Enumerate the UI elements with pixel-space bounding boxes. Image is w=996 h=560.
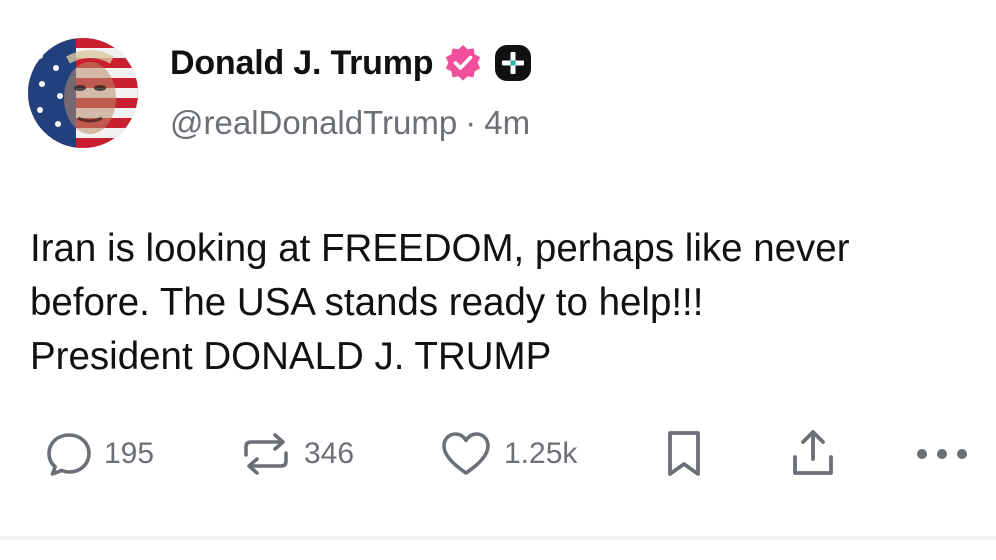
reply-count: 195 xyxy=(104,437,155,470)
speech-bubble-icon xyxy=(47,433,91,476)
bookmark-icon xyxy=(668,431,700,476)
more-options-button[interactable] xyxy=(912,424,972,484)
share-button[interactable] xyxy=(788,424,838,484)
post-text-line: Iran is looking at FREEDOM, perhaps like… xyxy=(30,227,850,270)
post-text-line: President DONALD J. TRUMP xyxy=(30,335,552,378)
author-name-row: Donald J. Trump xyxy=(170,40,533,86)
more-dots-icon xyxy=(917,449,967,459)
reply-button[interactable]: 195 xyxy=(44,424,154,484)
heart-icon xyxy=(442,432,490,475)
author-meta-row: @realDonaldTrump · 4m xyxy=(170,104,530,142)
author-display-name[interactable]: Donald J. Trump xyxy=(170,44,434,83)
post-body: Iran is looking at FREEDOM, perhaps like… xyxy=(30,222,970,384)
repost-count: 346 xyxy=(304,437,355,470)
post-card: Donald J. Trump @realDonaldTrump · 4m Iran… xyxy=(0,0,996,538)
avatar-flag-portrait-image xyxy=(28,38,138,148)
bookmark-button[interactable] xyxy=(662,424,706,484)
verified-badge-icon xyxy=(443,43,483,83)
like-count: 1.25k xyxy=(504,437,578,470)
author-handle[interactable]: @realDonaldTrump xyxy=(170,104,457,141)
like-button[interactable]: 1.25k xyxy=(438,424,577,484)
post-timestamp[interactable]: 4m xyxy=(484,104,530,141)
plus-badge-icon xyxy=(493,43,533,83)
avatar[interactable] xyxy=(28,38,138,148)
action-bar: 195 346 1.25k xyxy=(0,424,996,484)
repost-button[interactable]: 346 xyxy=(238,424,354,484)
time-separator: · xyxy=(465,104,477,141)
post-divider xyxy=(0,536,996,540)
share-upload-icon xyxy=(793,430,833,475)
repost-arrows-icon xyxy=(244,433,288,475)
post-text-line: before. The USA stands ready to help!!! xyxy=(30,281,704,324)
